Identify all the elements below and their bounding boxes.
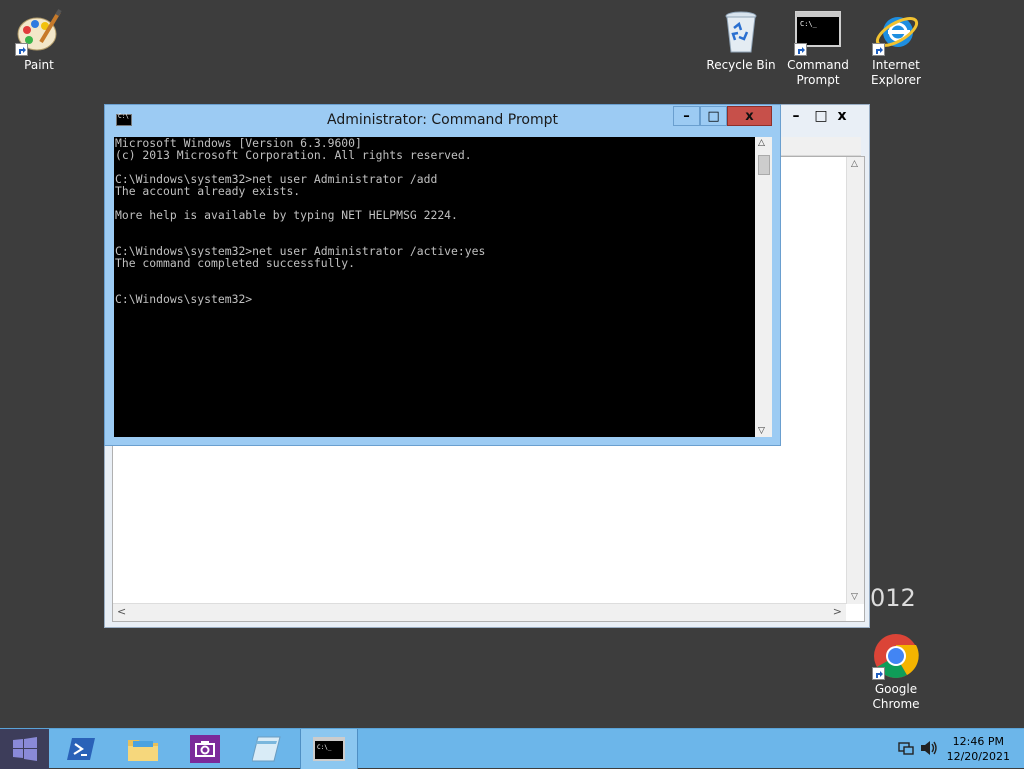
bg-horizontal-scrollbar[interactable]: < > bbox=[113, 603, 846, 621]
console-line: (c) 2013 Microsoft Corporation. All righ… bbox=[115, 148, 472, 162]
taskbar-notepad[interactable] bbox=[238, 729, 296, 769]
desktop-icon-label: Paint bbox=[24, 58, 54, 72]
recycle-bin-icon bbox=[717, 8, 765, 56]
command-prompt-icon: C:\_ bbox=[313, 737, 345, 761]
clock-date: 12/20/2021 bbox=[946, 750, 1010, 763]
google-chrome-icon bbox=[872, 632, 920, 680]
shortcut-arrow-icon bbox=[872, 43, 885, 56]
network-icon[interactable] bbox=[898, 741, 914, 760]
desktop-icon-recycle-bin[interactable]: Recycle Bin bbox=[702, 8, 780, 73]
desktop-icon-label-line1: Command bbox=[787, 58, 849, 72]
folder-icon bbox=[128, 740, 158, 761]
cmd-vertical-scrollbar[interactable]: △ ▽ bbox=[755, 137, 772, 437]
start-button[interactable] bbox=[0, 729, 49, 769]
shortcut-arrow-icon bbox=[15, 43, 28, 56]
cmd-minimize-button[interactable]: – bbox=[673, 106, 700, 126]
taskbar-file-explorer[interactable] bbox=[114, 729, 172, 769]
scrollbar-thumb[interactable] bbox=[758, 155, 770, 175]
taskbar-camera-app[interactable] bbox=[176, 729, 234, 769]
clock-time: 12:46 PM bbox=[952, 735, 1004, 748]
desktop-icon-label: Recycle Bin bbox=[706, 58, 776, 72]
scroll-up-icon[interactable]: △ bbox=[851, 159, 858, 169]
svg-text:C:\_: C:\_ bbox=[800, 20, 818, 28]
desktop-icon-label-line1: Google bbox=[874, 682, 918, 696]
taskbar-powershell[interactable] bbox=[52, 729, 110, 769]
console-line: More help is available by typing NET HEL… bbox=[115, 208, 458, 222]
cmd-maximize-button[interactable]: □ bbox=[700, 106, 727, 126]
scroll-right-icon[interactable]: > bbox=[833, 605, 842, 618]
desktop-icon-internet-explorer[interactable]: Internet Explorer bbox=[857, 8, 935, 88]
bg-close-button[interactable]: x bbox=[827, 106, 857, 126]
desktop-icon-label-line2: Prompt bbox=[796, 73, 840, 87]
powershell-icon bbox=[67, 738, 95, 760]
console-line: C:\Windows\system32> bbox=[115, 292, 253, 306]
taskbar-command-prompt[interactable]: C:\_ bbox=[300, 729, 358, 769]
scroll-down-icon[interactable]: ▽ bbox=[851, 592, 858, 602]
bg-vertical-scrollbar[interactable]: △ ▽ bbox=[846, 157, 864, 604]
internet-explorer-icon bbox=[872, 8, 920, 56]
desktop-icon-label-line2: Chrome bbox=[872, 697, 920, 711]
desktop-icon-label-line2: Explorer bbox=[871, 73, 921, 87]
scroll-down-icon[interactable]: ▽ bbox=[758, 426, 765, 436]
console-output[interactable]: Microsoft Windows [Version 6.3.9600] (c)… bbox=[114, 137, 755, 437]
scroll-up-icon[interactable]: △ bbox=[758, 138, 765, 148]
system-clock[interactable]: 12:46 PM 12/20/2021 bbox=[947, 734, 1010, 764]
desktop-watermark-text: 012 bbox=[870, 584, 916, 612]
cmd-close-button[interactable]: x bbox=[727, 106, 772, 126]
desktop-icon-label-line1: Internet bbox=[872, 58, 920, 72]
shortcut-arrow-icon bbox=[872, 667, 885, 680]
console-text: Microsoft Windows [Version 6.3.9600] (c)… bbox=[114, 137, 755, 305]
desktop-icon-google-chrome[interactable]: Google Chrome bbox=[857, 632, 935, 712]
svg-text:C:\_: C:\_ bbox=[317, 744, 332, 751]
taskbar: C:\_ 12:46 PM 12/20/2021 bbox=[0, 728, 1024, 769]
shortcut-arrow-icon bbox=[794, 43, 807, 56]
command-prompt-window[interactable]: C:\ Administrator: Command Prompt – □ x … bbox=[104, 104, 781, 446]
windows-logo-icon bbox=[12, 737, 37, 761]
camera-icon bbox=[190, 735, 220, 763]
volume-icon[interactable] bbox=[920, 740, 938, 760]
console-line: The command completed successfully. bbox=[115, 256, 356, 270]
desktop-icon-paint[interactable]: Paint bbox=[0, 8, 78, 73]
desktop-icon-command-prompt[interactable]: C:\_ Command Prompt bbox=[779, 8, 857, 88]
bg-menu-strip bbox=[769, 137, 861, 156]
console-line: The account already exists. bbox=[115, 184, 301, 198]
scroll-left-icon[interactable]: < bbox=[117, 605, 126, 618]
notepad-icon bbox=[252, 736, 281, 762]
paint-icon bbox=[15, 8, 63, 56]
command-prompt-icon: C:\_ bbox=[794, 8, 842, 56]
